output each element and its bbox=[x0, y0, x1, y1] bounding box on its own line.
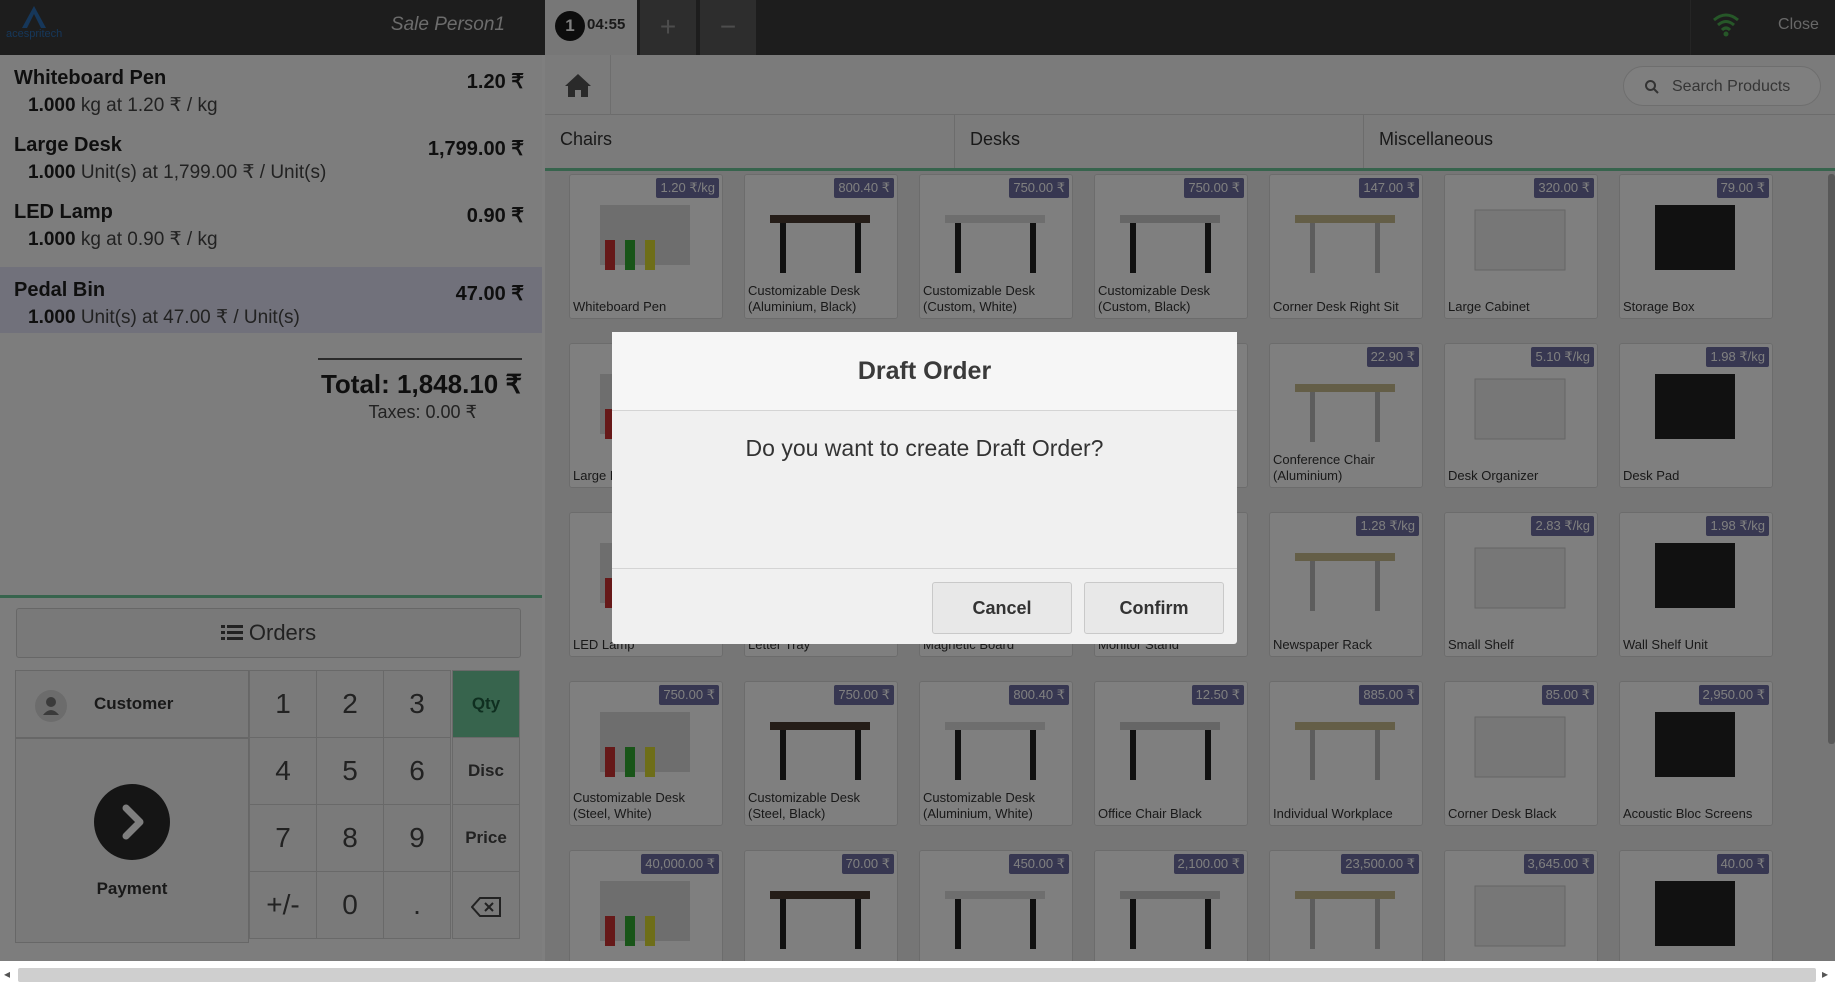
cancel-button[interactable]: Cancel bbox=[932, 582, 1072, 634]
horizontal-scrollbar[interactable]: ◂ ▸ bbox=[0, 961, 1835, 989]
scroll-left-icon[interactable]: ◂ bbox=[4, 967, 10, 981]
dialog-title: Draft Order bbox=[612, 332, 1237, 411]
draft-order-dialog: Draft Order Do you want to create Draft … bbox=[612, 332, 1237, 644]
dialog-footer: Cancel Confirm bbox=[612, 568, 1237, 644]
scroll-thumb[interactable] bbox=[18, 968, 1816, 982]
confirm-button[interactable]: Confirm bbox=[1084, 582, 1224, 634]
dialog-message: Do you want to create Draft Order? bbox=[745, 435, 1104, 461]
scroll-right-icon[interactable]: ▸ bbox=[1822, 967, 1828, 981]
